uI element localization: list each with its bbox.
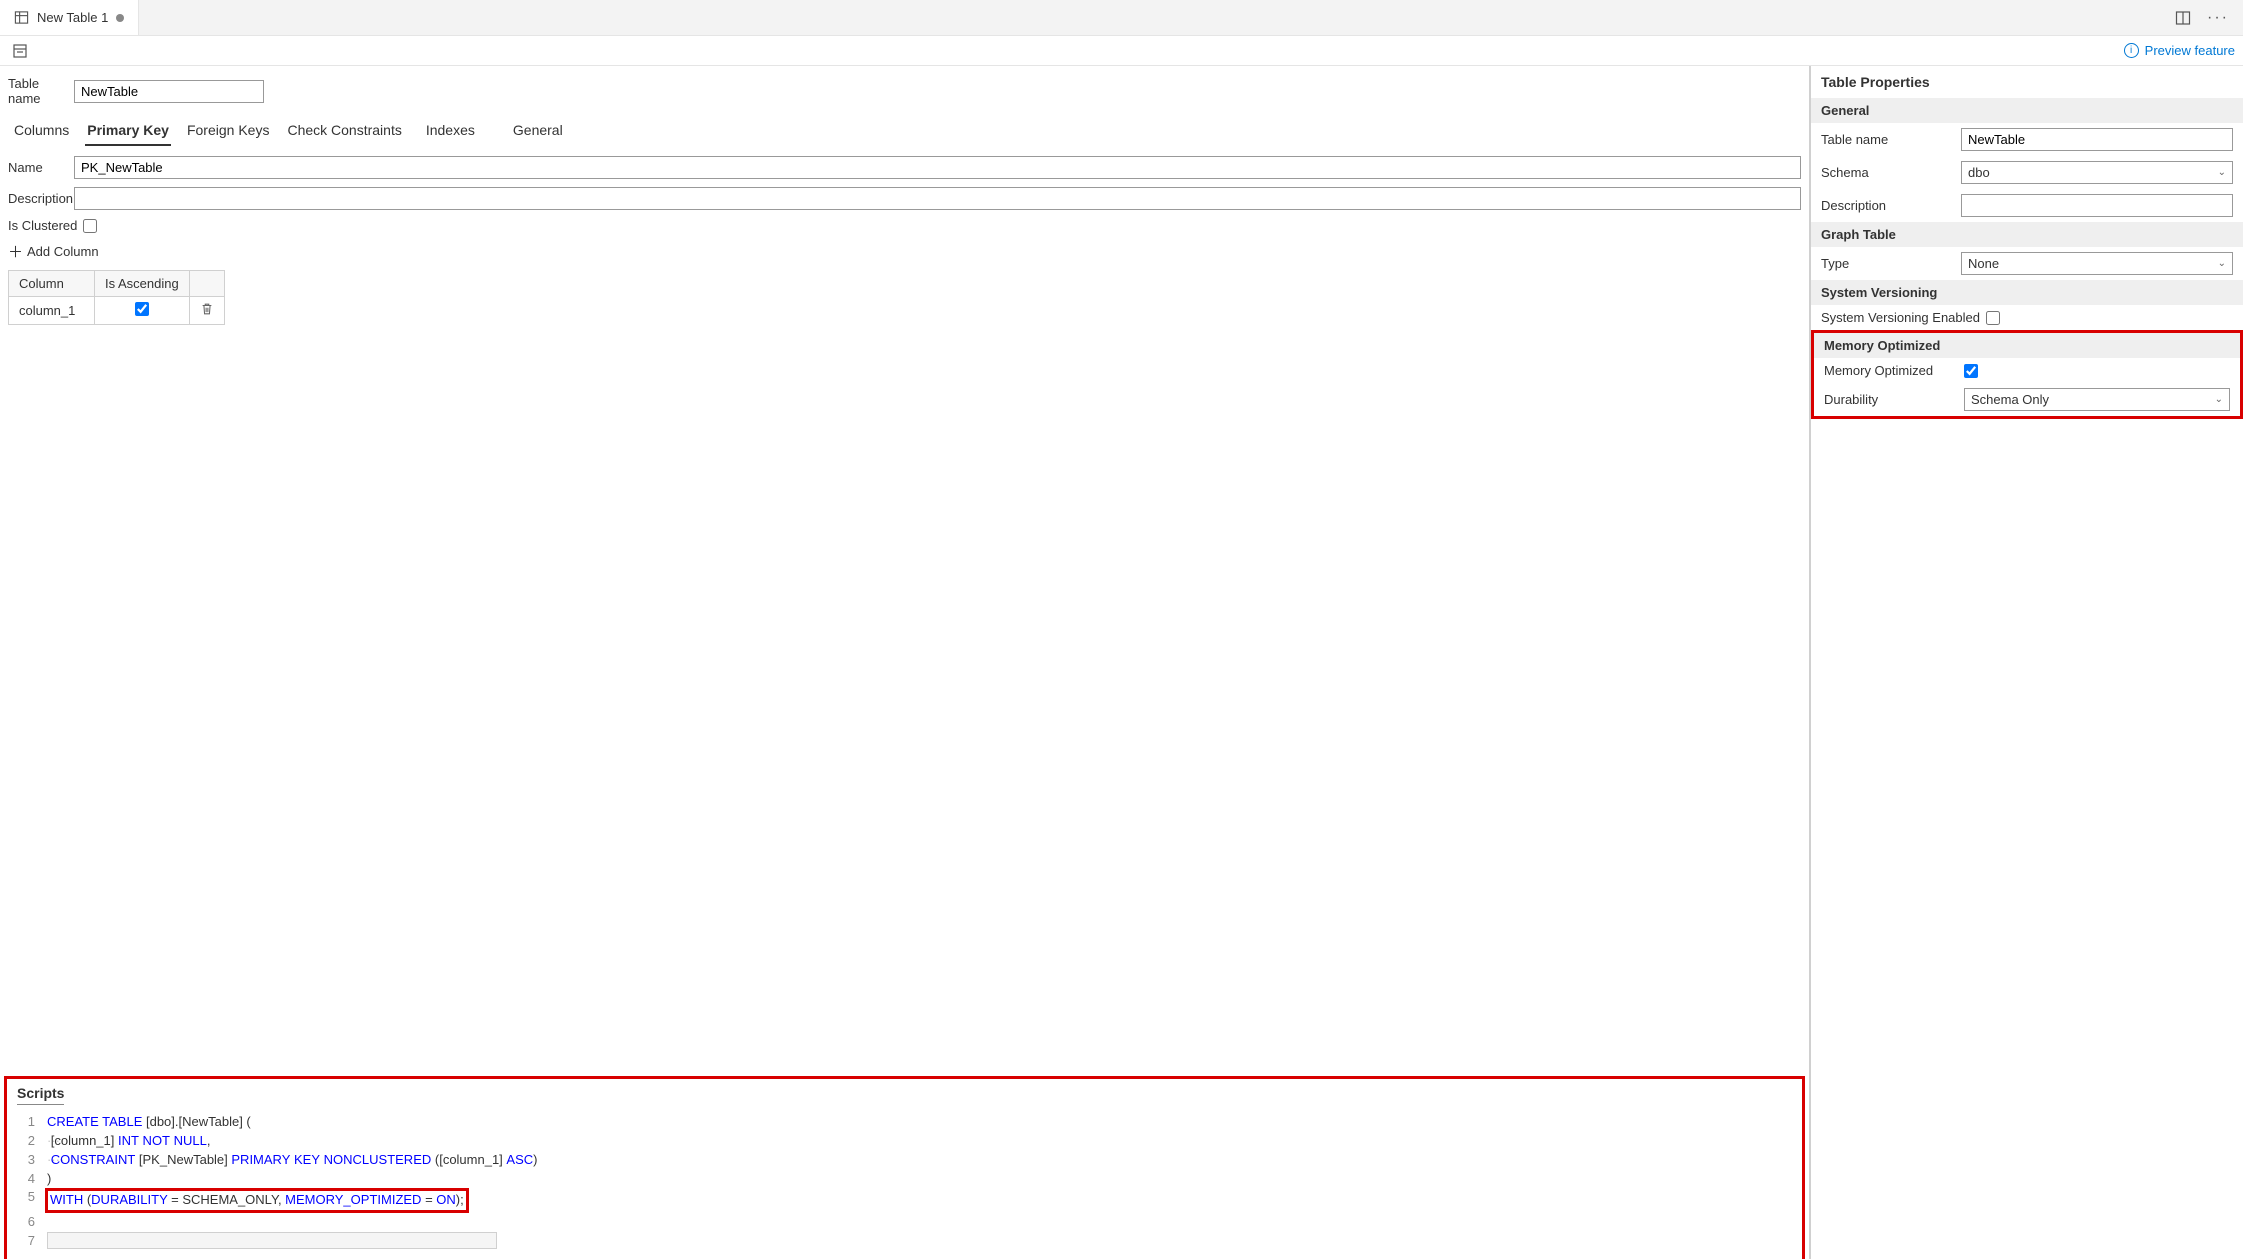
chevron-down-icon: ⌄ <box>2218 258 2226 269</box>
editor-tab-title: New Table 1 <box>37 10 108 25</box>
prop-durability-label: Durability <box>1824 392 1954 407</box>
prop-schema-label: Schema <box>1821 165 1951 180</box>
table-name-label: Table name <box>8 76 66 106</box>
grid-cell-ascending-checkbox[interactable] <box>135 302 149 316</box>
group-memory-optimized: Memory Optimized <box>1814 333 2240 358</box>
add-column-label: Add Column <box>27 244 99 259</box>
prop-type-label: Type <box>1821 256 1951 271</box>
grid-asc-header: Is Ascending <box>95 271 190 297</box>
properties-panel: Table Properties General Table name Sche… <box>1810 66 2243 1259</box>
chevron-down-icon: ⌄ <box>2215 394 2223 405</box>
group-graph-table: Graph Table <box>1811 222 2243 247</box>
editor-tab-bar: New Table 1 ··· <box>0 0 2243 36</box>
prop-table-name-label: Table name <box>1821 132 1951 147</box>
unsaved-indicator-icon <box>116 14 124 22</box>
table-icon <box>14 10 29 25</box>
tab-general[interactable]: General <box>511 118 565 146</box>
chevron-down-icon: ⌄ <box>2218 167 2226 178</box>
group-system-versioning: System Versioning <box>1811 280 2243 305</box>
prop-description-input[interactable] <box>1961 194 2233 217</box>
plus-icon: ＋ <box>8 241 23 262</box>
tab-primary-key[interactable]: Primary Key <box>85 118 171 146</box>
grid-row[interactable]: column_1 <box>9 297 225 325</box>
pk-columns-grid: Column Is Ascending column_1 <box>8 270 225 325</box>
prop-sysver-checkbox[interactable] <box>1986 311 2000 325</box>
grid-cell-column[interactable]: column_1 <box>9 297 95 325</box>
designer-toolbar: i Preview feature <box>0 36 2243 66</box>
is-clustered-label: Is Clustered <box>8 218 77 233</box>
scripts-title: Scripts <box>17 1085 64 1105</box>
prop-memopt-label: Memory Optimized <box>1824 363 1954 378</box>
prop-sysver-label: System Versioning Enabled <box>1821 310 1980 325</box>
add-column-button[interactable]: ＋ Add Column <box>8 241 1801 262</box>
group-general: General <box>1811 98 2243 123</box>
trash-icon <box>200 302 214 316</box>
info-icon: i <box>2124 43 2139 58</box>
preview-feature-label: Preview feature <box>2145 43 2235 58</box>
properties-title: Table Properties <box>1811 66 2243 98</box>
grid-col-header: Column <box>9 271 95 297</box>
tab-foreign-keys[interactable]: Foreign Keys <box>185 118 271 146</box>
tab-indexes[interactable]: Indexes <box>424 118 477 146</box>
section-tabs: Columns Primary Key Foreign Keys Check C… <box>8 114 1801 146</box>
prop-table-name-input[interactable] <box>1961 128 2233 151</box>
prop-type-select[interactable]: None ⌄ <box>1961 252 2233 275</box>
pk-desc-input[interactable] <box>74 187 1801 210</box>
memory-optimized-group: Memory Optimized Memory Optimized Durabi… <box>1811 330 2243 419</box>
script-editor[interactable]: 1CREATE TABLE [dbo].[NewTable] ( 2···· [… <box>7 1107 1802 1259</box>
prop-schema-select[interactable]: dbo ⌄ <box>1961 161 2233 184</box>
delete-row-button[interactable] <box>200 304 214 319</box>
pk-name-input[interactable] <box>74 156 1801 179</box>
prop-memopt-checkbox[interactable] <box>1964 364 1978 378</box>
table-name-input[interactable] <box>74 80 264 103</box>
editor-tab[interactable]: New Table 1 <box>0 0 139 35</box>
tab-check-constraints[interactable]: Check Constraints <box>285 118 403 146</box>
more-icon[interactable]: ··· <box>2203 5 2233 31</box>
prop-durability-select[interactable]: Schema Only ⌄ <box>1964 388 2230 411</box>
panel-split-icon[interactable] <box>2171 6 2195 30</box>
pk-name-label: Name <box>8 160 66 175</box>
is-clustered-checkbox[interactable] <box>83 219 97 233</box>
tab-columns[interactable]: Columns <box>12 118 71 146</box>
scripts-panel: Scripts 1CREATE TABLE [dbo].[NewTable] (… <box>4 1076 1805 1259</box>
pk-desc-label: Description <box>8 191 66 206</box>
prop-description-label: Description <box>1821 198 1951 213</box>
publish-icon[interactable] <box>8 39 32 63</box>
